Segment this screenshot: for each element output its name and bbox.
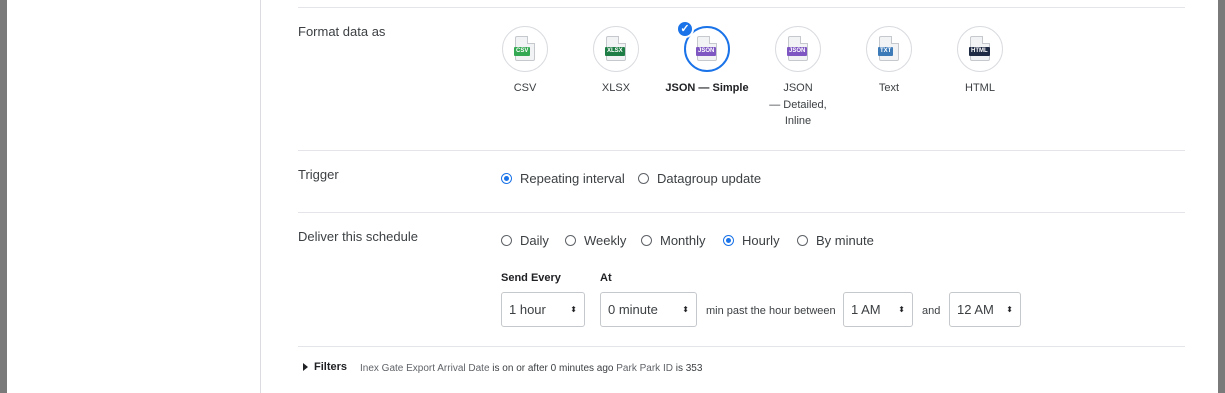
send-every-label: Send Every (501, 272, 561, 284)
format-option-html[interactable]: HTML HTML (934, 26, 1026, 97)
radio-label: By minute (816, 233, 874, 248)
select-value: 1 AM (851, 302, 881, 317)
radio-unselected-icon (641, 235, 652, 246)
radio-unselected-icon (797, 235, 808, 246)
select-arrows-icon: ⬍ (1006, 305, 1013, 314)
format-option-label: HTML (965, 82, 995, 94)
format-option-json-simple[interactable]: ✓ JSON JSON — Simple (661, 20, 753, 97)
radio-label: Repeating interval (520, 171, 625, 186)
radio-label: Monthly (660, 233, 706, 248)
filter-condition: is 353 (675, 363, 703, 374)
select-value: 12 AM (957, 302, 994, 317)
csv-file-icon: CSV (502, 26, 548, 72)
select-value: 0 minute (608, 302, 658, 317)
deliver-section-label: Deliver this schedule (298, 229, 418, 244)
deliver-radio-hourly[interactable]: Hourly (723, 233, 780, 248)
radio-selected-icon (501, 173, 512, 184)
window-edge-right (1218, 0, 1225, 393)
divider (298, 346, 1185, 347)
radio-unselected-icon (638, 173, 649, 184)
filter-field: Inex Gate Export Arrival Date (360, 363, 490, 374)
divider (298, 7, 1185, 8)
caret-right-icon (303, 363, 308, 371)
filter-summary: Inex Gate Export Arrival Date is on or a… (360, 363, 702, 374)
deliver-radio-monthly[interactable]: Monthly (641, 233, 706, 248)
txt-file-icon: TXT (866, 26, 912, 72)
filter-field: Park Park ID (616, 363, 673, 374)
format-option-label: Text (878, 82, 900, 94)
trigger-section-label: Trigger (298, 167, 339, 182)
format-section-label: Format data as (298, 24, 386, 39)
start-hour-select[interactable]: 1 AM ⬍ (843, 292, 913, 327)
divider (298, 150, 1185, 151)
deliver-radio-by-minute[interactable]: By minute (797, 233, 874, 248)
file-type-tag: HTML (969, 47, 990, 56)
trigger-radio-datagroup-update[interactable]: Datagroup update (638, 171, 761, 186)
filters-label: Filters (314, 361, 348, 373)
radio-label: Datagroup update (657, 171, 762, 186)
send-every-select[interactable]: 1 hour ⬍ (501, 292, 585, 327)
radio-label: Weekly (584, 233, 627, 248)
format-option-label: XLSX (601, 82, 631, 94)
radio-unselected-icon (501, 235, 512, 246)
file-type-tag: TXT (878, 47, 894, 56)
filters-toggle[interactable]: Filters (303, 361, 347, 373)
format-option-csv[interactable]: CSV CSV (479, 26, 571, 97)
filter-condition: is on or after 0 minutes ago (492, 363, 614, 374)
deliver-radio-daily[interactable]: Daily (501, 233, 549, 248)
at-minute-select[interactable]: 0 minute ⬍ (600, 292, 697, 327)
and-text: and (922, 305, 941, 317)
between-text: min past the hour between (706, 305, 836, 317)
selected-check-icon: ✓ (676, 20, 694, 38)
format-option-text[interactable]: TXT Text (843, 26, 935, 97)
select-value: 1 hour (509, 302, 546, 317)
format-option-json-detailed[interactable]: JSON JSON — Detailed, Inline (752, 26, 844, 130)
trigger-radio-repeating-interval[interactable]: Repeating interval (501, 171, 625, 186)
xlsx-file-icon: XLSX (593, 26, 639, 72)
radio-label: Hourly (742, 233, 780, 248)
select-arrows-icon: ⬍ (898, 305, 905, 314)
at-label: At (600, 272, 612, 284)
html-file-icon: HTML (957, 26, 1003, 72)
file-type-tag: XLSX (605, 47, 625, 56)
radio-label: Daily (520, 233, 549, 248)
file-type-tag: CSV (514, 47, 531, 56)
window-edge-left (0, 0, 7, 393)
radio-selected-icon (723, 235, 734, 246)
format-option-label: CSV (513, 82, 537, 94)
select-arrows-icon: ⬍ (682, 305, 689, 314)
format-option-label: JSON — Detailed, Inline (769, 82, 827, 127)
deliver-radio-weekly[interactable]: Weekly (565, 233, 626, 248)
sidebar-panel (7, 0, 261, 393)
file-type-tag: JSON (787, 47, 808, 56)
json-file-icon: JSON (775, 26, 821, 72)
radio-unselected-icon (565, 235, 576, 246)
select-arrows-icon: ⬍ (570, 305, 577, 314)
format-option-label: JSON — Simple (665, 82, 749, 94)
file-type-tag: JSON (696, 47, 717, 56)
divider (298, 212, 1185, 213)
end-hour-select[interactable]: 12 AM ⬍ (949, 292, 1021, 327)
format-option-xlsx[interactable]: XLSX XLSX (570, 26, 662, 97)
json-file-icon: ✓ JSON (676, 20, 730, 72)
